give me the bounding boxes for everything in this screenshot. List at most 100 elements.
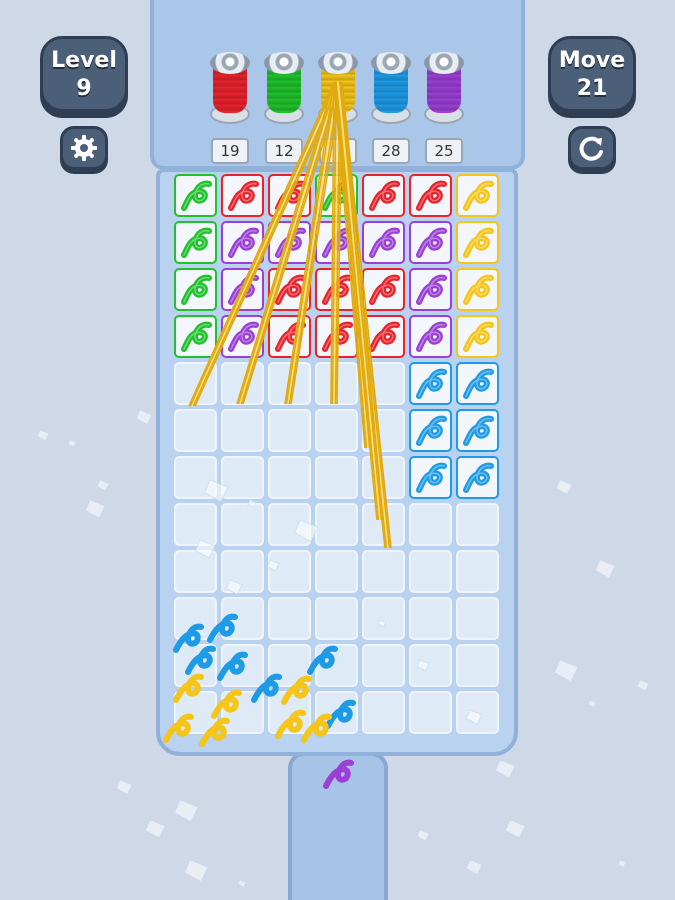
yarn-curl-icon (227, 227, 259, 258)
yarn-curl-icon (180, 321, 212, 352)
yarn-grid (172, 172, 501, 736)
yarn-curl-icon (462, 462, 494, 493)
yarn-tile-red[interactable] (362, 268, 405, 311)
empty-cell (409, 550, 452, 593)
yarn-tile-blue[interactable] (456, 456, 499, 499)
glass-shard (594, 559, 616, 579)
yarn-curl-icon (415, 180, 447, 211)
yarn-tile-green[interactable] (174, 221, 217, 264)
yarn-tile-purple[interactable] (268, 221, 311, 264)
spool-count-green: 12 (265, 138, 303, 164)
settings-button[interactable] (60, 126, 108, 170)
glass-shard (636, 679, 650, 692)
yarn-curl-icon (321, 227, 353, 258)
yarn-curl-icon (227, 321, 259, 352)
yarn-curl-icon (415, 415, 447, 446)
empty-cell (221, 644, 264, 687)
yarn-curl-icon (368, 274, 400, 305)
yarn-tile-yellow[interactable] (456, 221, 499, 264)
yarn-tile-green[interactable] (174, 174, 217, 217)
yarn-tile-blue[interactable] (409, 409, 452, 452)
yarn-tile-blue[interactable] (409, 456, 452, 499)
empty-cell (221, 550, 264, 593)
yarn-tile-purple[interactable] (409, 221, 452, 264)
yarn-tile-purple[interactable] (409, 268, 452, 311)
yarn-curl-icon (180, 180, 212, 211)
empty-cell (268, 456, 311, 499)
empty-cell (362, 597, 405, 640)
yarn-tile-red[interactable] (268, 174, 311, 217)
yarn-curl-icon (321, 274, 353, 305)
yarn-curl-icon (462, 415, 494, 446)
spool-red[interactable] (210, 52, 250, 132)
glass-shard (617, 859, 627, 868)
empty-cell (409, 597, 452, 640)
yarn-curl-icon (274, 321, 306, 352)
glass-shard (416, 829, 430, 842)
yarn-tile-yellow[interactable] (456, 268, 499, 311)
yarn-tile-blue[interactable] (456, 409, 499, 452)
yarn-tile-red[interactable] (315, 268, 358, 311)
empty-cell (268, 597, 311, 640)
spool-blue[interactable] (371, 52, 411, 132)
yarn-curl-icon (462, 274, 494, 305)
yarn-curl-icon (368, 180, 400, 211)
yarn-tile-purple[interactable] (221, 268, 264, 311)
spool-yellow[interactable] (318, 52, 358, 132)
empty-cell (362, 456, 405, 499)
spool-green[interactable] (264, 52, 304, 132)
empty-cell (174, 362, 217, 405)
yarn-tile-blue[interactable] (456, 362, 499, 405)
yarn-curl-icon (462, 180, 494, 211)
yarn-curl-icon (180, 227, 212, 258)
empty-cell (315, 456, 358, 499)
empty-cell (315, 597, 358, 640)
empty-cell (315, 503, 358, 546)
empty-cell (174, 644, 217, 687)
glass-shard (174, 799, 199, 823)
yarn-curl-icon (321, 321, 353, 352)
yarn-curl-icon (227, 180, 259, 211)
glass-shard (96, 479, 110, 492)
yarn-tile-purple[interactable] (221, 315, 264, 358)
yarn-curl-icon (274, 274, 306, 305)
empty-cell (362, 550, 405, 593)
empty-cell (409, 503, 452, 546)
empty-cell (456, 644, 499, 687)
empty-cell (174, 550, 217, 593)
yarn-tile-yellow[interactable] (456, 315, 499, 358)
yarn-tile-green[interactable] (174, 268, 217, 311)
empty-cell (221, 409, 264, 452)
yarn-curl-icon (415, 368, 447, 399)
empty-cell (456, 597, 499, 640)
empty-cell (362, 503, 405, 546)
yarn-tile-red[interactable] (409, 174, 452, 217)
yarn-tile-purple[interactable] (409, 315, 452, 358)
glass-shard (465, 859, 483, 875)
glass-shard (504, 819, 526, 839)
yarn-tile-blue[interactable] (409, 362, 452, 405)
empty-cell (315, 691, 358, 734)
spool-purple[interactable] (424, 52, 464, 132)
yarn-curl-icon (415, 274, 447, 305)
spool-cap (371, 52, 411, 74)
yarn-tile-yellow[interactable] (456, 174, 499, 217)
empty-cell (315, 644, 358, 687)
restart-button[interactable] (568, 126, 616, 170)
empty-cell (409, 691, 452, 734)
yarn-tile-purple[interactable] (362, 221, 405, 264)
yarn-tile-red[interactable] (315, 315, 358, 358)
yarn-tile-green[interactable] (174, 315, 217, 358)
glass-shard (494, 759, 516, 779)
empty-cell (221, 691, 264, 734)
yarn-tile-red[interactable] (268, 315, 311, 358)
yarn-tile-green[interactable] (315, 174, 358, 217)
empty-cell (268, 362, 311, 405)
yarn-tile-purple[interactable] (315, 221, 358, 264)
glass-shard (135, 409, 153, 425)
yarn-tile-red[interactable] (221, 174, 264, 217)
yarn-tile-red[interactable] (268, 268, 311, 311)
yarn-tile-red[interactable] (362, 315, 405, 358)
yarn-tile-purple[interactable] (221, 221, 264, 264)
yarn-tile-red[interactable] (362, 174, 405, 217)
